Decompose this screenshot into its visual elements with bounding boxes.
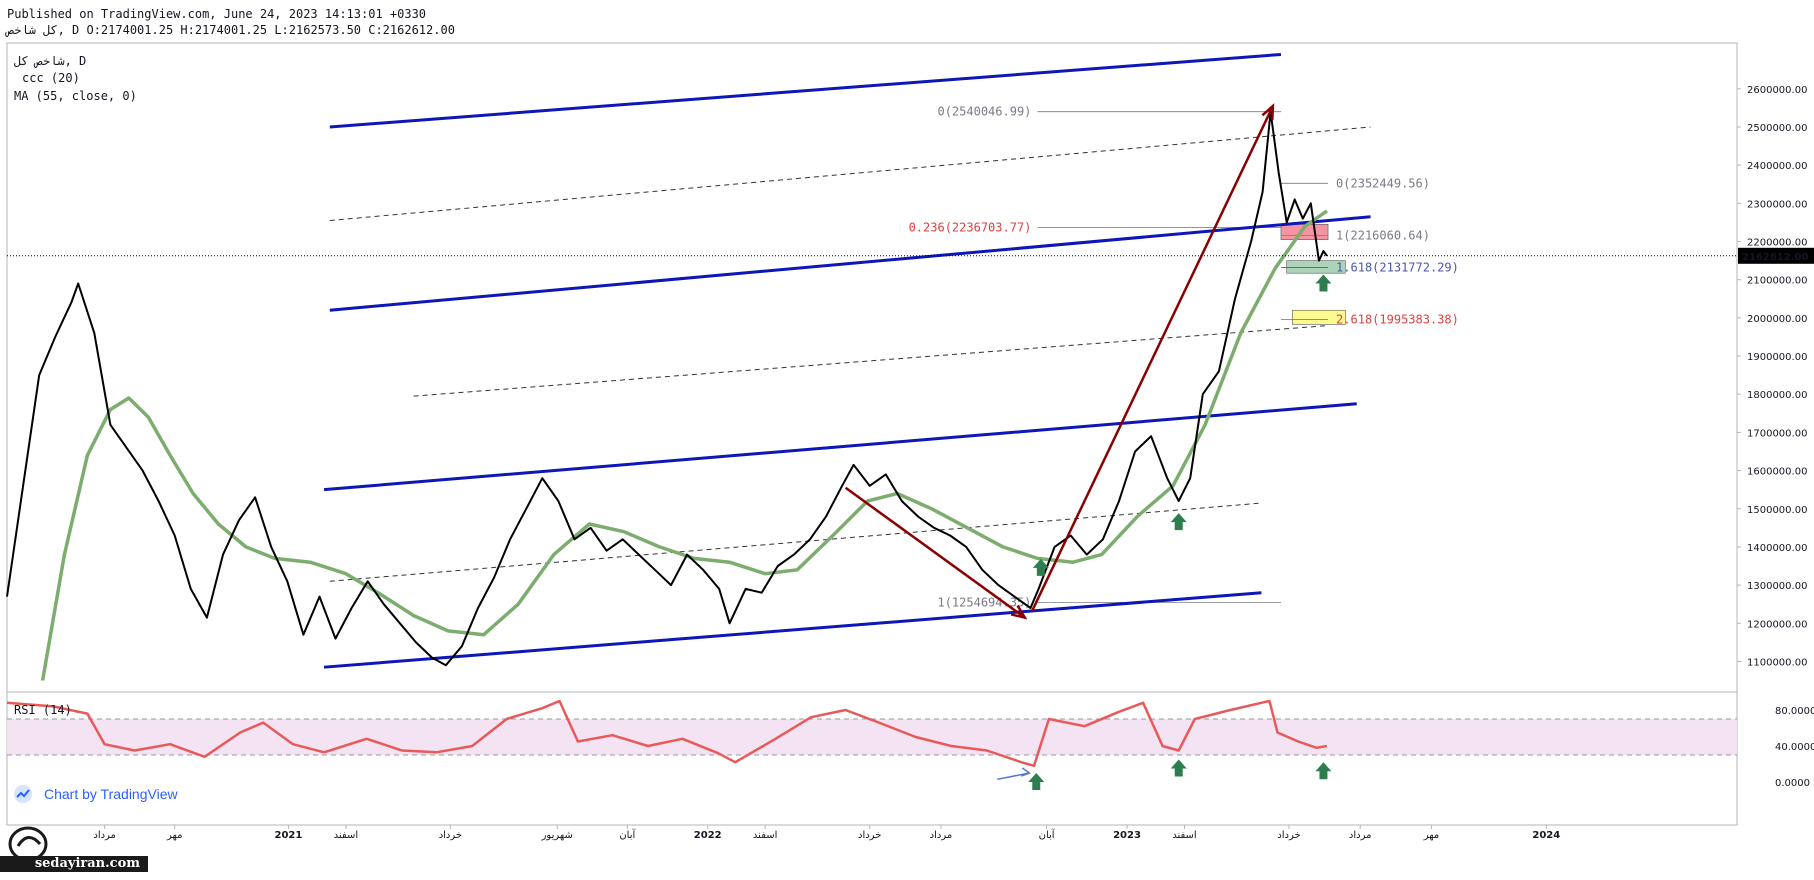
price-tick-label: 1500000.00 — [1747, 505, 1807, 516]
time-tick-label: مرداد — [1349, 830, 1372, 841]
rsi-pointer-arrow-head — [1021, 767, 1031, 777]
price-tick-label: 2100000.00 — [1747, 276, 1807, 287]
fib-level-label: 0(2540046.99) — [937, 105, 1031, 119]
buy-marker-up-arrow-icon — [1315, 274, 1332, 292]
price-tick-label: 1400000.00 — [1747, 543, 1807, 554]
time-tick-label: شهریور — [541, 830, 573, 841]
price-tick-label: 1700000.00 — [1747, 428, 1807, 439]
price-tick-label: 2000000.00 — [1747, 314, 1807, 325]
rsi-tick-label: 80.0000 — [1775, 706, 1814, 717]
price-chart[interactable]: 0(2540046.99)1(1254694.35)0.236(2236703.… — [0, 0, 1814, 880]
price-tick-label: 2300000.00 — [1747, 199, 1807, 210]
last-price-label: 2162612.00 — [1742, 252, 1808, 263]
price-tick-label: 2400000.00 — [1747, 161, 1807, 172]
buy-marker-up-arrow-icon — [1170, 513, 1187, 531]
watermark-text: Chart by TradingView — [44, 786, 178, 802]
time-tick-label: آبان — [619, 828, 636, 841]
site-logo-stamp: sedayiran.com — [0, 826, 150, 874]
legend-indicator-ccc: ccc (20) — [22, 71, 80, 85]
legend-indicator-ma: MA (55, close, 0) — [14, 89, 137, 103]
price-tick-label: 2200000.00 — [1747, 238, 1807, 249]
price-axis[interactable]: 2162612.00 1100000.00 1200000.00 1300000.00… — [7, 85, 1814, 789]
trend-arrow — [1030, 105, 1275, 613]
price-layer — [6, 110, 1328, 667]
price-tick-label: 1300000.00 — [1747, 581, 1807, 592]
ma-layer — [40, 209, 1328, 681]
price-line — [6, 110, 1328, 667]
channel-line — [413, 325, 1329, 397]
price-tick-label: 1900000.00 — [1747, 352, 1807, 363]
price-tick-label: 2600000.00 — [1747, 85, 1807, 96]
time-tick-label: مهر — [166, 830, 182, 841]
fib-level-label: 0.236(2236703.77) — [909, 221, 1032, 235]
chart-frame — [6, 42, 1738, 826]
fib-level-label: 1(2216060.64) — [1336, 228, 1430, 242]
ma-line — [40, 209, 1328, 681]
channel-line — [329, 52, 1282, 129]
time-tick-label: اسفند — [1172, 830, 1196, 841]
arrows-layer — [844, 103, 1275, 620]
price-tick-label: 1200000.00 — [1747, 619, 1807, 630]
fib-level-label: 2.618(1995383.38) — [1336, 313, 1459, 327]
time-tick-label: خرداد — [439, 830, 462, 841]
fib-level-label: 0(2352449.56) — [1336, 176, 1430, 190]
price-tick-label: 1600000.00 — [1747, 467, 1807, 478]
time-tick-label: 2023 — [1113, 830, 1141, 841]
time-tick-label: آبان — [1039, 828, 1056, 841]
site-logo-text: sedayiran.com — [0, 856, 148, 872]
markers-layer — [1028, 274, 1332, 790]
fib-layer: 0(2540046.99)1(1254694.35)0.236(2236703.… — [909, 105, 1459, 610]
time-tick-label: 2022 — [694, 830, 722, 841]
price-tick-label: 2500000.00 — [1747, 123, 1807, 134]
time-tick-label: مرداد — [930, 830, 953, 841]
rsi-buy-marker-up-arrow-icon — [1028, 773, 1045, 790]
tradingview-watermark[interactable]: Chart by TradingView — [10, 782, 210, 806]
trend-arrow — [844, 486, 1026, 619]
time-tick-label: مهر — [1423, 830, 1439, 841]
time-tick-label: خرداد — [1277, 830, 1300, 841]
time-tick-label: اسفند — [334, 830, 358, 841]
time-tick-label: خرداد — [858, 830, 881, 841]
price-tick-label: 1800000.00 — [1747, 390, 1807, 401]
time-tick-label: 2021 — [275, 830, 303, 841]
rsi-pointer-arrow — [997, 772, 1030, 781]
tradingview-cloud-icon — [14, 785, 32, 803]
rsi-tick-label: 0.0000 — [1775, 778, 1810, 789]
rsi-tick-label: 40.0000 — [1775, 742, 1814, 753]
buy-marker-up-arrow-icon — [1032, 558, 1049, 576]
channel-line — [323, 591, 1262, 669]
rsi-legend: RSI (14) — [14, 703, 72, 717]
channel-line — [323, 402, 1357, 492]
time-axis[interactable]: مرداد مهر 2021 اسفند خرداد شهریور آبان 2022 اسفن… — [93, 825, 1560, 841]
price-tick-label: 1100000.00 — [1747, 657, 1807, 668]
channel-layer — [323, 52, 1371, 669]
legend-symbol: شاخص کل, D — [14, 54, 86, 69]
rsi-buy-marker-up-arrow-icon — [1315, 762, 1332, 780]
fib-level-label: 1.618(2131772.29) — [1336, 261, 1459, 275]
rsi-buy-marker-up-arrow-icon — [1170, 759, 1187, 777]
time-tick-label: اسفند — [753, 830, 777, 841]
time-tick-label: 2024 — [1532, 830, 1560, 841]
channel-line — [329, 126, 1371, 222]
